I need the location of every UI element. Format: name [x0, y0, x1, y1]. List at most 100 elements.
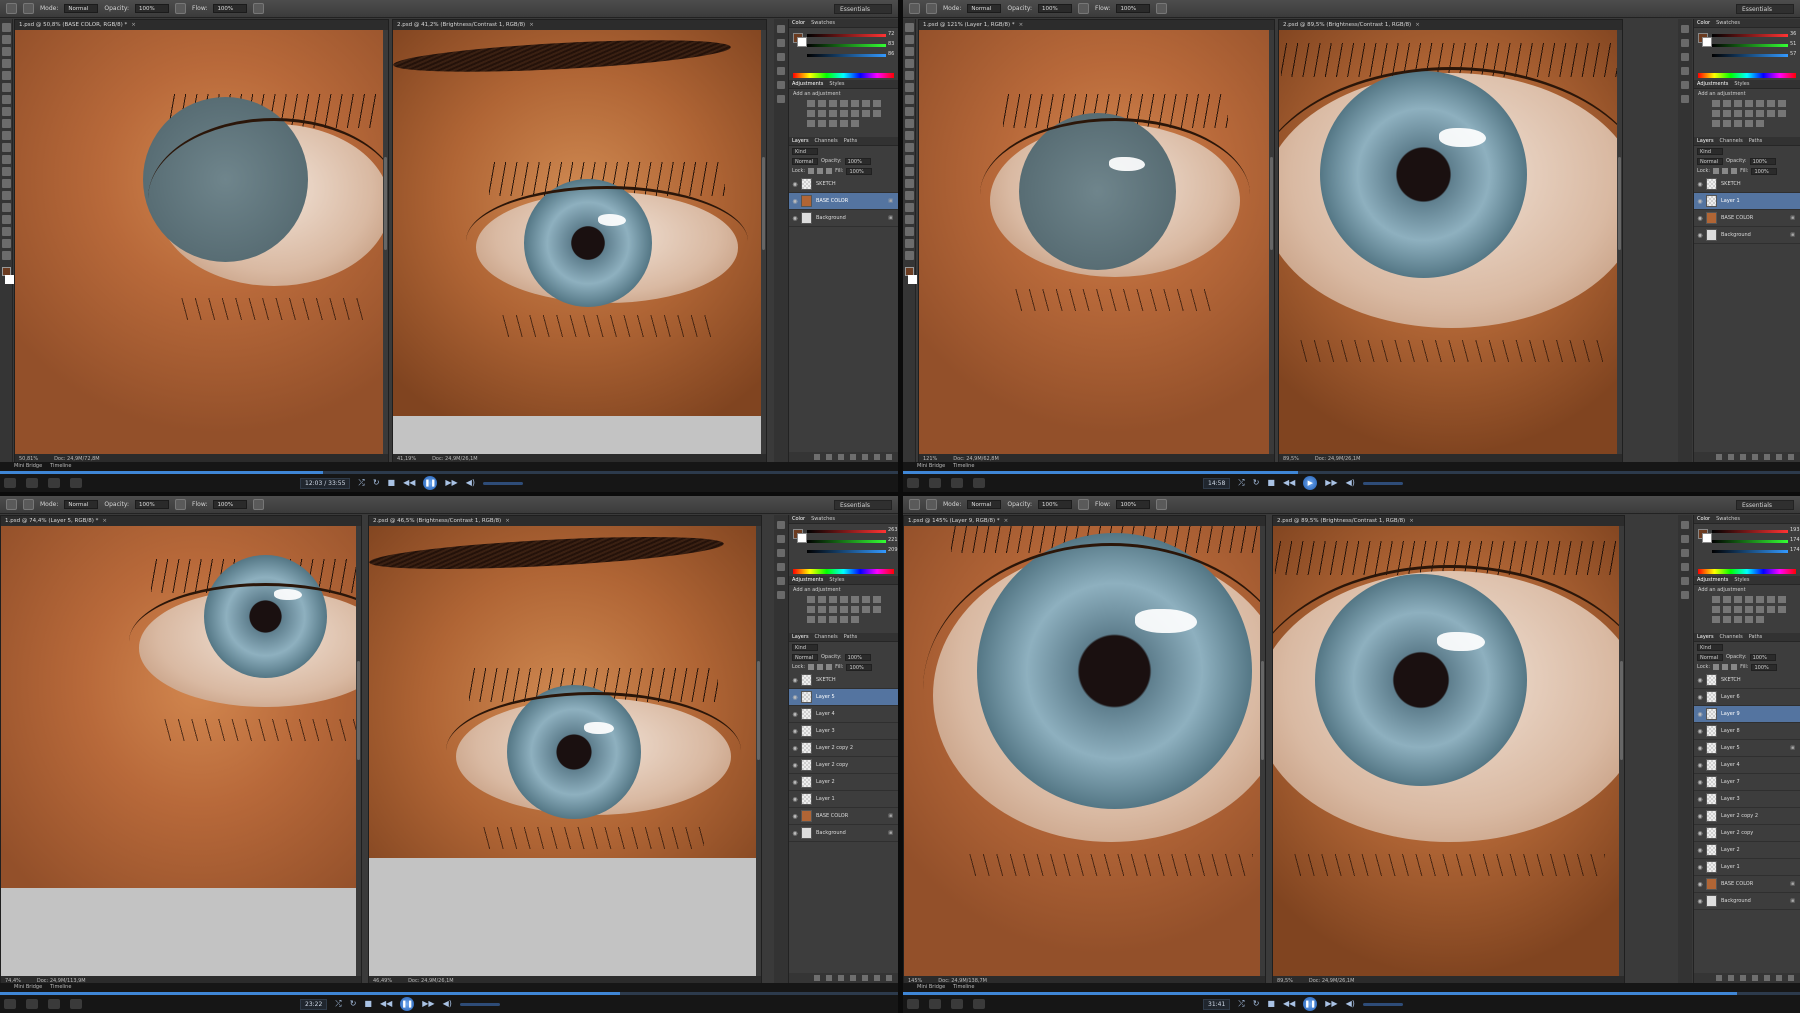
adjustment-icon[interactable]	[851, 616, 859, 623]
crop-tool-icon[interactable]	[1, 71, 11, 80]
next-icon[interactable]: ▶▶	[1325, 478, 1337, 488]
close-icon[interactable]: ×	[102, 518, 107, 524]
document-tab[interactable]: 2.psd @ 89,5% (Brightness/Contrast 1, RG…	[1273, 516, 1624, 526]
opacity-field[interactable]: 100%	[1038, 500, 1073, 509]
fill-field[interactable]: 100%	[1751, 167, 1778, 175]
history-icon[interactable]	[1681, 521, 1689, 529]
lock-position-icon[interactable]	[1722, 664, 1729, 670]
tab-timeline[interactable]: Timeline	[953, 983, 974, 991]
info-icon[interactable]	[777, 577, 785, 585]
document-tab[interactable]: 1.psd @ 121% (Layer 1, RGB/8) * ×	[919, 20, 1274, 30]
layer-opacity-field[interactable]: 100%	[1749, 157, 1776, 165]
adjustment-icon[interactable]	[1734, 120, 1742, 127]
layer-opacity-field[interactable]: 100%	[844, 653, 871, 661]
tab-swatches[interactable]: Swatches	[811, 19, 835, 27]
taskbar-app-icon[interactable]	[973, 478, 985, 488]
volume-slider[interactable]	[483, 481, 523, 485]
adjustment-icon[interactable]	[1767, 100, 1775, 107]
type-tool-icon[interactable]	[904, 203, 914, 212]
b-value[interactable]: 209	[888, 547, 898, 553]
lock-pixels-icon[interactable]	[1713, 168, 1720, 174]
character-icon[interactable]	[777, 53, 785, 61]
g-value[interactable]: 174	[1790, 537, 1800, 543]
paragraph-icon[interactable]	[777, 67, 785, 75]
adjustment-icon[interactable]	[1778, 606, 1786, 613]
background-color-chip[interactable]	[1702, 533, 1712, 543]
tab-swatches[interactable]: Swatches	[1716, 19, 1740, 27]
stop-icon[interactable]: ■	[388, 478, 396, 488]
workspace-switcher[interactable]: Essentials	[834, 499, 892, 510]
volume-icon[interactable]: ◀)	[1346, 999, 1355, 1009]
tab-styles[interactable]: Styles	[829, 80, 844, 88]
eraser-tool-icon[interactable]	[904, 143, 914, 152]
path-select-tool-icon[interactable]	[904, 215, 914, 224]
r-slider[interactable]: 36	[1712, 31, 1796, 37]
scroll-thumb[interactable]	[384, 157, 387, 251]
painting-document[interactable]: 1.psd @ 74,4% (Layer 5, RGB/8) * × 74,4% Do…	[0, 515, 362, 987]
actions-icon[interactable]	[777, 591, 785, 599]
layer-row[interactable]: ◉ Background ▣	[1694, 893, 1800, 910]
layer-row[interactable]: ◉ Layer 6	[1694, 689, 1800, 706]
crop-tool-icon[interactable]	[904, 71, 914, 80]
adjustment-icon[interactable]	[1745, 120, 1753, 127]
airbrush-icon[interactable]	[253, 499, 265, 510]
document-tab[interactable]: 1.psd @ 145% (Layer 9, RGB/8) * ×	[904, 516, 1265, 526]
brush-settings-icon[interactable]	[1681, 535, 1689, 543]
mask-icon[interactable]	[1740, 454, 1746, 460]
mode-select[interactable]: Normal	[64, 4, 99, 13]
opacity-field[interactable]: 100%	[135, 500, 170, 509]
shape-tool-icon[interactable]	[904, 227, 914, 236]
actions-icon[interactable]	[1681, 591, 1689, 599]
blend-mode-select[interactable]: Normal	[792, 653, 818, 661]
adjustment-icon[interactable]	[807, 616, 815, 623]
canvas-view[interactable]	[1, 526, 361, 976]
eye-icon[interactable]: ◉	[1694, 847, 1706, 854]
adjustment-icon[interactable]	[840, 120, 848, 127]
fill-field[interactable]: 100%	[846, 663, 873, 671]
volume-slider[interactable]	[459, 1002, 500, 1006]
eraser-tool-icon[interactable]	[1, 143, 11, 152]
delete-icon[interactable]	[886, 454, 892, 460]
layer-row[interactable]: ◉ Layer 8	[1694, 723, 1800, 740]
adjustment-icon[interactable]	[1723, 110, 1731, 117]
kind-filter[interactable]: Kind	[792, 643, 818, 651]
marquee-tool-icon[interactable]	[904, 35, 914, 44]
volume-icon[interactable]: ◀)	[443, 999, 452, 1009]
next-icon[interactable]: ▶▶	[1325, 999, 1337, 1009]
shuffle-icon[interactable]: ⤮	[1238, 999, 1244, 1009]
canvas-view[interactable]	[904, 526, 1265, 976]
canvas-view[interactable]	[15, 30, 388, 454]
reference-document[interactable]: 2.psd @ 41,2% (Brightness/Contrast 1, RG…	[392, 19, 767, 465]
adjustment-icon[interactable]	[829, 606, 837, 613]
stop-icon[interactable]: ■	[1267, 999, 1275, 1009]
adjustment-layer-icon[interactable]	[1752, 454, 1758, 460]
adjustment-icon[interactable]	[840, 596, 848, 603]
document-tab[interactable]: 1.psd @ 74,4% (Layer 5, RGB/8) * ×	[1, 516, 361, 526]
healing-tool-icon[interactable]	[1, 95, 11, 104]
adjustment-icon[interactable]	[807, 596, 815, 603]
adjustment-icon[interactable]	[818, 606, 826, 613]
volume-slider[interactable]	[1362, 1002, 1403, 1006]
paragraph-icon[interactable]	[1681, 67, 1689, 75]
layer-row[interactable]: ◉ Layer 3	[1694, 791, 1800, 808]
brush-settings-icon[interactable]	[1681, 39, 1689, 47]
flow-field[interactable]: 100%	[1116, 500, 1151, 509]
adjustment-icon[interactable]	[1734, 100, 1742, 107]
color-spectrum[interactable]	[793, 73, 894, 78]
zoom-tool-icon[interactable]	[904, 251, 914, 260]
tab-channels[interactable]: Channels	[815, 633, 838, 641]
document-tab[interactable]: 1.psd @ 50,8% (BASE COLOR, RGB/8) * ×	[15, 20, 388, 30]
vertical-scrollbar[interactable]	[1260, 526, 1265, 976]
tab-color[interactable]: Color	[1697, 515, 1710, 523]
adjustment-icon[interactable]	[851, 596, 859, 603]
repeat-icon[interactable]: ↻	[1253, 478, 1260, 488]
layer-row[interactable]: ◉ Layer 2	[1694, 842, 1800, 859]
painting-document[interactable]: 1.psd @ 50,8% (BASE COLOR, RGB/8) * × 50,8…	[14, 19, 389, 465]
history-icon[interactable]	[777, 25, 785, 33]
adjustment-icon[interactable]	[829, 120, 837, 127]
kind-filter[interactable]: Kind	[1697, 643, 1723, 651]
previous-icon[interactable]: ◀◀	[403, 478, 415, 488]
vertical-scrollbar[interactable]	[756, 526, 761, 976]
adjustment-icon[interactable]	[851, 100, 859, 107]
blend-mode-select[interactable]: Normal	[792, 157, 818, 165]
